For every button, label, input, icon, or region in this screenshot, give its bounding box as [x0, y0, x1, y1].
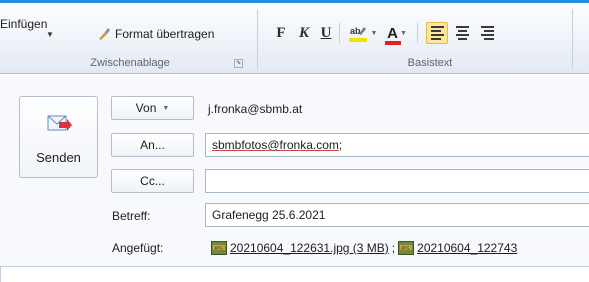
group-divider — [572, 9, 573, 69]
send-button[interactable]: Senden — [19, 96, 98, 178]
svg-text:JPG: JPG — [401, 246, 410, 251]
envelope-send-icon — [47, 115, 72, 131]
align-center-button[interactable] — [451, 22, 473, 44]
cc-label: Cc... — [140, 174, 165, 188]
attachment-name: 20210604_122743 — [417, 241, 518, 255]
cc-field[interactable] — [205, 169, 589, 193]
attachment-item[interactable]: JPG 20210604_122743 — [398, 241, 517, 255]
chevron-down-icon[interactable]: ▼ — [371, 29, 378, 37]
clipboard-group-label: Zwischenablage — [90, 57, 170, 69]
chevron-down-icon: ▼ — [162, 104, 170, 112]
jpeg-file-icon: JPG — [211, 241, 227, 255]
highlight-button[interactable]: ab ▼ — [346, 23, 378, 43]
toolbar-divider — [339, 23, 340, 43]
jpeg-file-icon: JPG — [398, 241, 415, 255]
toolbar-divider — [417, 23, 418, 43]
chevron-down-icon[interactable]: ▼ — [46, 30, 54, 39]
svg-text:JPG: JPG — [214, 246, 223, 251]
attachment-item[interactable]: JPG 20210604_122631.jpg (3 MB) — [211, 241, 389, 255]
ribbon: Einfügen ▼ Format übertragen Zwischenabl… — [0, 3, 589, 74]
subject-field[interactable]: Grafenegg 25.6.2021 — [205, 203, 589, 227]
dialog-launcher-icon[interactable]: ⬊ — [234, 59, 243, 68]
font-color-button[interactable]: A ▼ — [382, 23, 412, 43]
from-value: j.fronka@sbmb.at — [208, 102, 303, 116]
format-painter-label: Format übertragen — [115, 27, 215, 41]
attachment-separator: ; — [391, 241, 396, 255]
paste-label: Einfügen — [0, 17, 48, 31]
group-divider — [257, 9, 258, 69]
attachment-list: JPG 20210604_122631.jpg (3 MB) ; JPG 202… — [205, 235, 589, 261]
bold-button[interactable]: F — [272, 23, 290, 43]
attachment-name: 20210604_122631.jpg (3 MB) — [230, 241, 389, 255]
basic-text-group-label: Basistext — [407, 57, 453, 69]
message-body[interactable] — [0, 266, 589, 282]
attached-label: Angefügt: — [112, 241, 164, 255]
format-painter-button[interactable]: Format übertragen — [96, 25, 214, 43]
paste-button[interactable]: Einfügen ▼ — [0, 17, 96, 47]
font-color-label: A — [387, 24, 398, 42]
to-label: An... — [140, 138, 165, 152]
svg-text:ab: ab — [350, 26, 361, 36]
highlighter-icon: ab — [348, 26, 367, 42]
subject-label: Betreff: — [112, 209, 151, 223]
underline-button[interactable]: U — [317, 23, 335, 43]
from-label: Von — [135, 101, 157, 115]
chevron-down-icon[interactable]: ▼ — [400, 29, 407, 37]
align-left-button[interactable] — [426, 22, 448, 44]
cc-button[interactable]: Cc... — [111, 169, 194, 193]
subject-value: Grafenegg 25.6.2021 — [212, 208, 326, 222]
message-header: Senden Von ▼ j.fronka@sbmb.at An... sbmb… — [0, 75, 589, 282]
italic-button[interactable]: K — [295, 23, 313, 43]
send-label: Senden — [36, 150, 81, 165]
align-right-button[interactable] — [476, 22, 498, 44]
paintbrush-icon — [99, 28, 110, 40]
to-field[interactable]: sbmbfotos@fronka.com; — [205, 133, 589, 157]
to-button[interactable]: An... — [111, 133, 194, 157]
recipient-chip[interactable]: sbmbfotos@fronka.com — [212, 138, 339, 152]
recipient-separator: ; — [338, 138, 343, 152]
font-color-swatch — [385, 41, 401, 45]
from-button[interactable]: Von ▼ — [111, 96, 194, 120]
